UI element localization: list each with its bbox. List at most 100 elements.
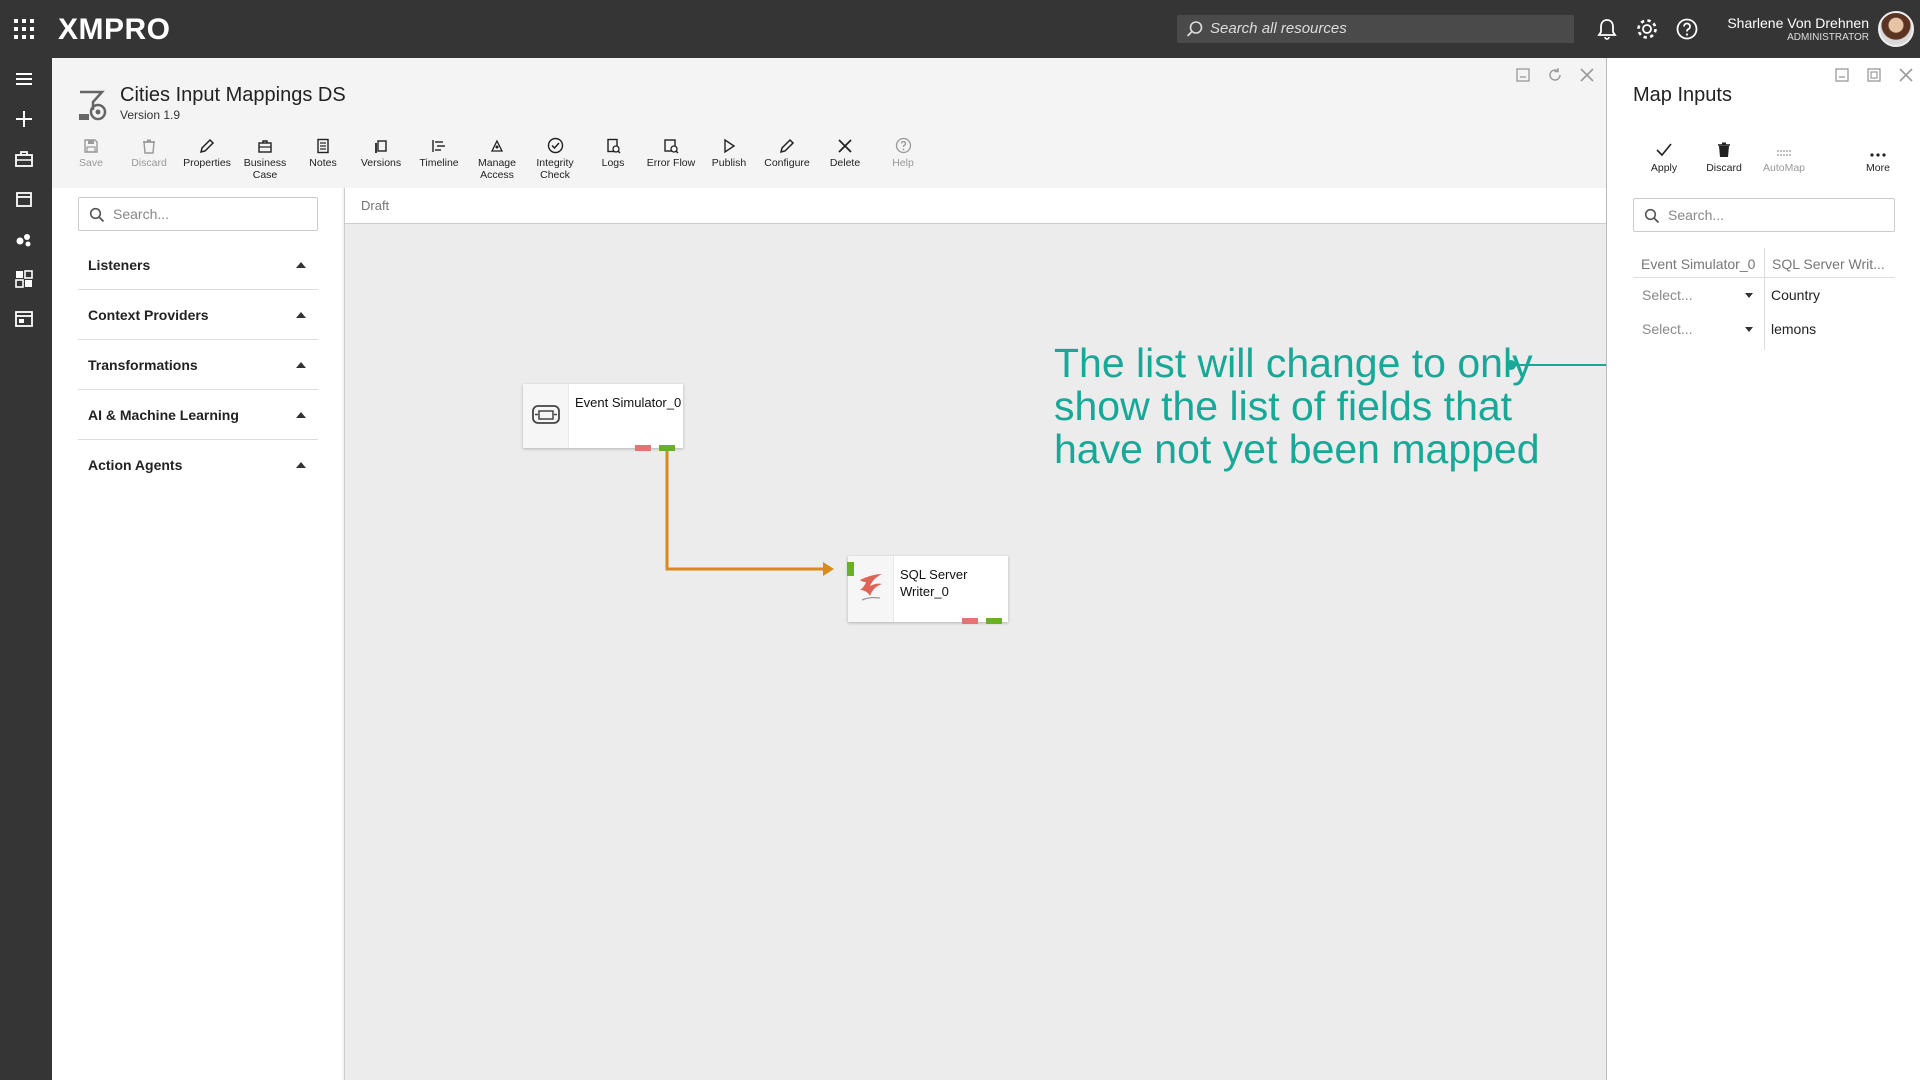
- apply-button[interactable]: Apply: [1637, 138, 1691, 174]
- map-inputs-panel: Map Inputs Apply Discard AutoMap More Se…: [1606, 58, 1920, 1080]
- category-transformations[interactable]: Transformations: [78, 340, 318, 390]
- timeline-button[interactable]: Timeline: [410, 134, 468, 169]
- design-canvas[interactable]: Draft Event Simulator_0 SQL Server Write…: [344, 188, 1607, 1080]
- versions-icon: [375, 140, 387, 153]
- error-port[interactable]: [635, 445, 651, 451]
- more-icon: [1870, 153, 1886, 157]
- target-field-label: Country: [1771, 287, 1821, 303]
- category-action-agents[interactable]: Action Agents: [78, 440, 318, 490]
- global-search-placeholder: Search all resources: [1210, 20, 1347, 37]
- app-window-icon[interactable]: [13, 308, 35, 330]
- avatar[interactable]: [1878, 11, 1914, 47]
- automap-button[interactable]: AutoMap: [1757, 138, 1811, 174]
- target-column-header: SQL Server Writ...: [1764, 250, 1895, 278]
- more-button[interactable]: More: [1851, 138, 1905, 174]
- target-field-label: lemons: [1771, 321, 1817, 337]
- page-title: Cities Input Mappings DS: [120, 84, 346, 106]
- toolbox-search-placeholder: Search...: [113, 206, 170, 222]
- add-icon[interactable]: [13, 108, 35, 130]
- pencil-icon: [199, 138, 215, 154]
- discard-mapping-button[interactable]: Discard: [1697, 138, 1751, 174]
- notes-button[interactable]: Notes: [294, 134, 352, 169]
- error-flow-icon: [664, 139, 679, 154]
- mapping-search-placeholder: Search...: [1668, 207, 1725, 223]
- automap-icon: [1777, 150, 1791, 156]
- toolbox-search-input[interactable]: Search...: [78, 197, 318, 231]
- help-icon: [895, 137, 911, 154]
- discard-button[interactable]: Discard: [120, 134, 178, 169]
- search-icon: [1186, 21, 1203, 37]
- close-icon[interactable]: [1897, 66, 1915, 84]
- minimize-icon[interactable]: [1514, 66, 1532, 84]
- left-rail: [0, 58, 52, 1080]
- category-ai-machine-learning[interactable]: AI & Machine Learning: [78, 390, 318, 440]
- hamburger-menu-icon[interactable]: [13, 68, 35, 90]
- timeline-icon: [432, 140, 445, 152]
- user-role: ADMINISTRATOR: [1787, 32, 1869, 43]
- manage-access-button[interactable]: Manage Access: [468, 134, 526, 181]
- input-port[interactable]: [847, 562, 854, 576]
- node-label: Event Simulator_0: [575, 395, 682, 410]
- sql-server-writer-node[interactable]: SQL Server Writer_0: [847, 556, 1008, 624]
- brand-logo: XMPRO: [58, 13, 171, 46]
- gear-icon[interactable]: [1634, 16, 1660, 42]
- dashboard-icon[interactable]: [13, 268, 35, 290]
- versions-button[interactable]: Versions: [352, 134, 410, 169]
- help-icon[interactable]: [1674, 16, 1700, 42]
- notes-icon: [317, 138, 329, 154]
- global-search-input[interactable]: Search all resources: [1177, 15, 1574, 43]
- output-port[interactable]: [986, 618, 1002, 624]
- simulator-icon: [532, 405, 560, 424]
- configure-button[interactable]: Configure: [758, 134, 816, 169]
- briefcase-icon: [258, 140, 272, 153]
- sql-server-icon: [860, 574, 882, 601]
- publish-button[interactable]: Publish: [700, 134, 758, 169]
- search-icon: [89, 207, 105, 223]
- data-stream-designer: Cities Input Mappings DS Version 1.9 Sav…: [52, 58, 1607, 1080]
- caret-up-icon: [296, 362, 306, 368]
- source-field-select[interactable]: Select...: [1633, 314, 1761, 344]
- access-icon: [490, 139, 504, 152]
- apps-grid-icon[interactable]: [14, 19, 34, 39]
- briefcase-icon[interactable]: [13, 148, 35, 170]
- panel-title: Map Inputs: [1633, 84, 1732, 106]
- integrity-check-button[interactable]: Integrity Check: [526, 134, 584, 181]
- caret-up-icon: [296, 462, 306, 468]
- refresh-icon[interactable]: [1546, 66, 1564, 84]
- caret-up-icon: [296, 262, 306, 268]
- properties-button[interactable]: Properties: [178, 134, 236, 169]
- source-column-header: Event Simulator_0: [1633, 250, 1764, 278]
- version-label: Version 1.9: [120, 108, 181, 122]
- trash-icon: [143, 139, 155, 154]
- search-icon: [1644, 208, 1660, 224]
- data-stream-logo-icon: [79, 90, 107, 121]
- close-icon[interactable]: [1578, 66, 1596, 84]
- category-context-providers[interactable]: Context Providers: [78, 290, 318, 340]
- trash-icon: [1718, 142, 1730, 157]
- top-bar: XMPRO Search all resources Sharlene Von …: [0, 0, 1920, 58]
- user-name[interactable]: Sharlene Von Drehnen: [1727, 15, 1869, 31]
- toolbox-panel: Search... Listeners Context Providers Tr…: [52, 188, 342, 1080]
- error-port[interactable]: [962, 618, 978, 624]
- data-stream-icon[interactable]: [13, 228, 35, 250]
- source-field-select[interactable]: Select...: [1633, 280, 1761, 310]
- logs-button[interactable]: Logs: [584, 134, 642, 169]
- error-flow-button[interactable]: Error Flow: [642, 134, 700, 169]
- category-listeners[interactable]: Listeners: [78, 240, 318, 290]
- chevron-down-icon: [1745, 327, 1753, 332]
- delete-button[interactable]: Delete: [816, 134, 874, 169]
- business-case-button[interactable]: Business Case: [236, 134, 294, 181]
- connection-arrow[interactable]: [345, 188, 1607, 1080]
- event-simulator-node[interactable]: Event Simulator_0: [523, 384, 683, 451]
- mapping-search-input[interactable]: Search...: [1633, 198, 1895, 232]
- logs-icon: [607, 138, 621, 154]
- output-port[interactable]: [659, 445, 675, 451]
- bell-icon[interactable]: [1594, 16, 1620, 42]
- close-icon: [838, 139, 852, 153]
- save-button[interactable]: Save: [62, 134, 120, 169]
- minimize-icon[interactable]: [1833, 66, 1851, 84]
- annotation-pointer: [1506, 360, 1606, 370]
- calendar-icon[interactable]: [13, 188, 35, 210]
- help-button[interactable]: Help: [874, 134, 932, 169]
- maximize-icon[interactable]: [1865, 66, 1883, 84]
